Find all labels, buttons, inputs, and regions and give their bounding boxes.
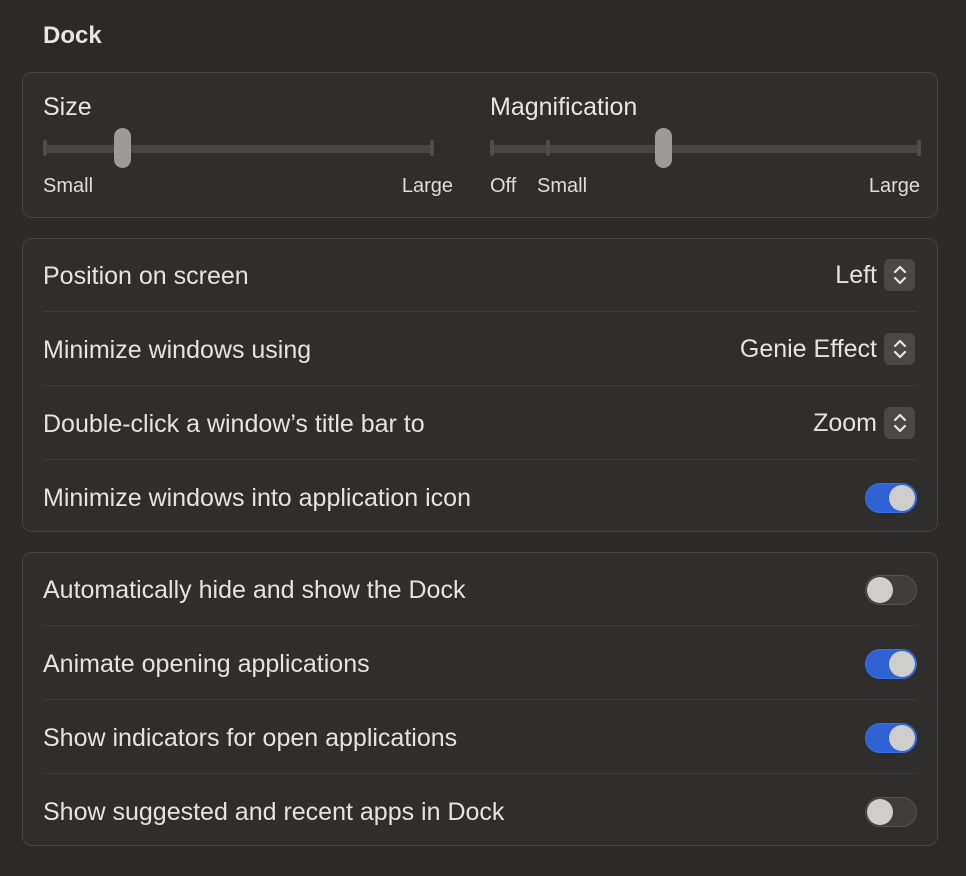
minimize-windows-using-row: Minimize windows using Genie Effect bbox=[43, 313, 917, 387]
minimize-into-app-icon-toggle[interactable] bbox=[865, 483, 917, 513]
show-suggested-apps-row: Show suggested and recent apps in Dock bbox=[43, 775, 917, 849]
show-indicators-row: Show indicators for open applications bbox=[43, 701, 917, 775]
size-slider-tick bbox=[43, 140, 47, 156]
chevron-up-down-icon bbox=[884, 333, 915, 365]
animate-opening-apps-row: Animate opening applications bbox=[43, 627, 917, 701]
magnification-off-label: Off bbox=[490, 175, 517, 197]
position-on-screen-value: Left bbox=[835, 260, 877, 289]
position-on-screen-popup[interactable]: Left bbox=[835, 259, 915, 291]
magnification-slider-track[interactable] bbox=[492, 145, 919, 153]
minimize-into-app-icon-row: Minimize windows into application icon bbox=[43, 461, 917, 535]
double-click-title-bar-value: Zoom bbox=[813, 408, 877, 437]
divider bbox=[43, 311, 917, 312]
divider bbox=[43, 385, 917, 386]
minimize-windows-using-popup[interactable]: Genie Effect bbox=[740, 333, 915, 365]
divider bbox=[43, 459, 917, 460]
double-click-title-bar-label: Double-click a window’s title bar to bbox=[43, 410, 425, 438]
auto-hide-dock-row: Automatically hide and show the Dock bbox=[43, 553, 917, 627]
toggle-knob bbox=[889, 725, 915, 751]
magnification-max-label: Large bbox=[868, 175, 920, 197]
magnification-slider-tick bbox=[490, 140, 494, 156]
size-slider-title: Size bbox=[43, 93, 92, 121]
divider bbox=[43, 625, 917, 626]
auto-hide-dock-label: Automatically hide and show the Dock bbox=[43, 576, 466, 604]
size-slider-track[interactable] bbox=[45, 145, 432, 153]
minimize-windows-using-value: Genie Effect bbox=[739, 334, 877, 363]
size-min-label: Small bbox=[43, 175, 94, 197]
show-suggested-apps-toggle[interactable] bbox=[865, 797, 917, 827]
magnification-slider-tick bbox=[545, 140, 550, 156]
magnification-slider-title: Magnification bbox=[490, 93, 638, 121]
dock-options-group: Automatically hide and show the Dock Ani… bbox=[22, 552, 938, 846]
size-slider-thumb[interactable] bbox=[114, 128, 132, 168]
double-click-title-bar-popup[interactable]: Zoom bbox=[813, 407, 915, 439]
divider bbox=[43, 773, 917, 774]
chevron-up-down-icon bbox=[884, 407, 915, 439]
show-indicators-label: Show indicators for open applications bbox=[43, 724, 458, 752]
dock-behavior-group: Position on screen Left Minimize windows… bbox=[22, 238, 938, 532]
section-title: Dock bbox=[43, 22, 102, 49]
divider bbox=[43, 699, 917, 700]
position-on-screen-label: Position on screen bbox=[43, 262, 249, 290]
chevron-up-down-icon bbox=[884, 259, 915, 291]
toggle-knob bbox=[889, 651, 915, 677]
minimize-windows-using-label: Minimize windows using bbox=[43, 336, 312, 364]
toggle-knob bbox=[867, 799, 893, 825]
magnification-slider-thumb[interactable] bbox=[654, 128, 672, 168]
size-slider-tick bbox=[430, 140, 434, 156]
show-suggested-apps-label: Show suggested and recent apps in Dock bbox=[43, 798, 505, 826]
toggle-knob bbox=[867, 577, 893, 603]
animate-opening-apps-label: Animate opening applications bbox=[43, 650, 370, 678]
show-indicators-toggle[interactable] bbox=[865, 723, 917, 753]
size-max-label: Large bbox=[401, 175, 453, 197]
dock-size-group: Size Small Large Magnification Off Small… bbox=[22, 72, 938, 218]
magnification-min-label: Small bbox=[537, 175, 588, 197]
auto-hide-dock-toggle[interactable] bbox=[865, 575, 917, 605]
animate-opening-apps-toggle[interactable] bbox=[865, 649, 917, 679]
double-click-title-bar-row: Double-click a window’s title bar to Zoo… bbox=[43, 387, 917, 461]
minimize-into-app-icon-label: Minimize windows into application icon bbox=[43, 484, 471, 512]
magnification-slider-tick bbox=[917, 140, 921, 156]
position-on-screen-row: Position on screen Left bbox=[43, 239, 917, 313]
toggle-knob bbox=[889, 485, 915, 511]
